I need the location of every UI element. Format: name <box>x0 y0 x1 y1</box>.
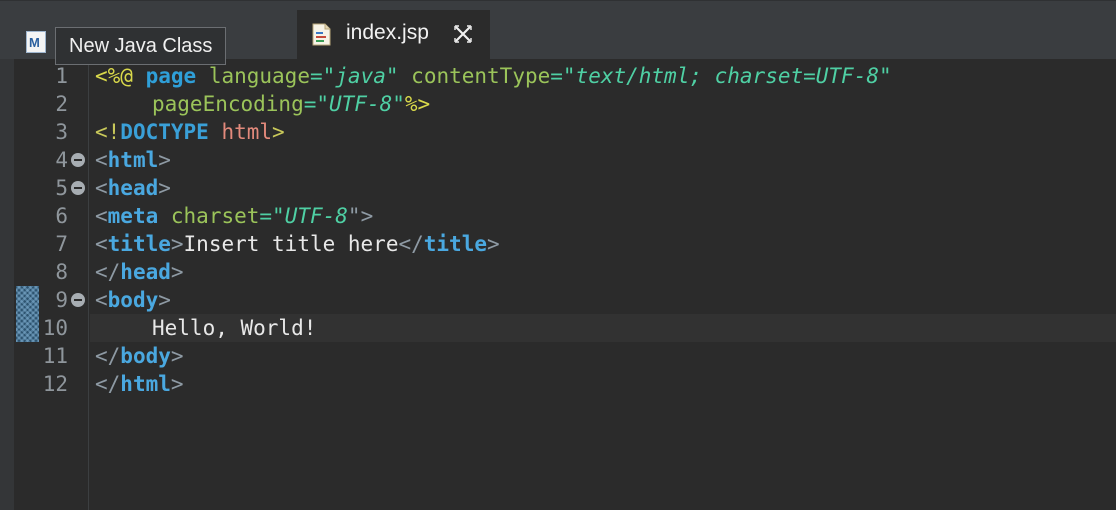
code-text[interactable]: Hello, World! <box>95 314 316 342</box>
line-number: 12 <box>42 372 68 396</box>
tooltip: New Java Class <box>55 27 227 65</box>
line-number: 5 <box>55 176 68 200</box>
code-text[interactable]: <html> <box>95 146 171 174</box>
code-editor[interactable]: 1 <%@ page language="java" contentType="… <box>0 59 1116 510</box>
code-text[interactable]: </html> <box>95 370 184 398</box>
code-line[interactable]: 9 <body> <box>0 286 1116 314</box>
tab-label: index.jsp <box>346 21 429 44</box>
line-number: 2 <box>55 92 68 116</box>
line-number: 11 <box>42 344 68 368</box>
line-number: 6 <box>55 204 68 228</box>
code-text[interactable]: </head> <box>95 258 184 286</box>
jsp-file-icon <box>312 23 331 46</box>
code-text[interactable]: pageEncoding="UTF-8"%> <box>95 90 430 118</box>
code-line[interactable]: 12 </html> <box>0 370 1116 398</box>
fold-toggle-icon[interactable] <box>71 153 85 167</box>
line-number: 3 <box>55 120 68 144</box>
code-text[interactable]: </body> <box>95 342 184 370</box>
code-text[interactable]: <body> <box>95 286 171 314</box>
line-number: 7 <box>55 232 68 256</box>
line-number: 4 <box>55 148 68 172</box>
tab-index-jsp[interactable]: index.jsp <box>297 10 490 60</box>
code-line[interactable]: 8 </head> <box>0 258 1116 286</box>
maven-file-icon: M <box>26 31 46 53</box>
code-line[interactable]: 3 <!DOCTYPE html> <box>0 118 1116 146</box>
code-text[interactable]: <title>Insert title here</title> <box>95 230 500 258</box>
line-number: 1 <box>55 64 68 88</box>
editor-tab-bar: M index.jsp New Java Class <box>0 0 1116 65</box>
code-text[interactable]: <head> <box>95 174 171 202</box>
code-text[interactable]: <%@ page language="java" contentType="te… <box>95 62 892 90</box>
code-text[interactable]: <!DOCTYPE html> <box>95 118 285 146</box>
code-text[interactable]: <meta charset="UTF-8"> <box>95 202 373 230</box>
line-number: 8 <box>55 260 68 284</box>
fold-toggle-icon[interactable] <box>71 181 85 195</box>
code-line[interactable]: 6 <meta charset="UTF-8"> <box>0 202 1116 230</box>
line-number: 10 <box>42 316 68 340</box>
code-line[interactable]: 7 <title>Insert title here</title> <box>0 230 1116 258</box>
line-number: 9 <box>55 288 68 312</box>
code-line[interactable]: 5 <head> <box>0 174 1116 202</box>
code-line[interactable]: 11 </body> <box>0 342 1116 370</box>
fold-toggle-icon[interactable] <box>71 293 85 307</box>
code-line[interactable]: 1 <%@ page language="java" contentType="… <box>0 62 1116 90</box>
code-line[interactable]: 2 pageEncoding="UTF-8"%> <box>0 90 1116 118</box>
code-line-current[interactable]: 10 Hello, World! <box>0 314 1116 342</box>
close-tab-icon[interactable] <box>453 24 473 44</box>
code-line[interactable]: 4 <html> <box>0 146 1116 174</box>
